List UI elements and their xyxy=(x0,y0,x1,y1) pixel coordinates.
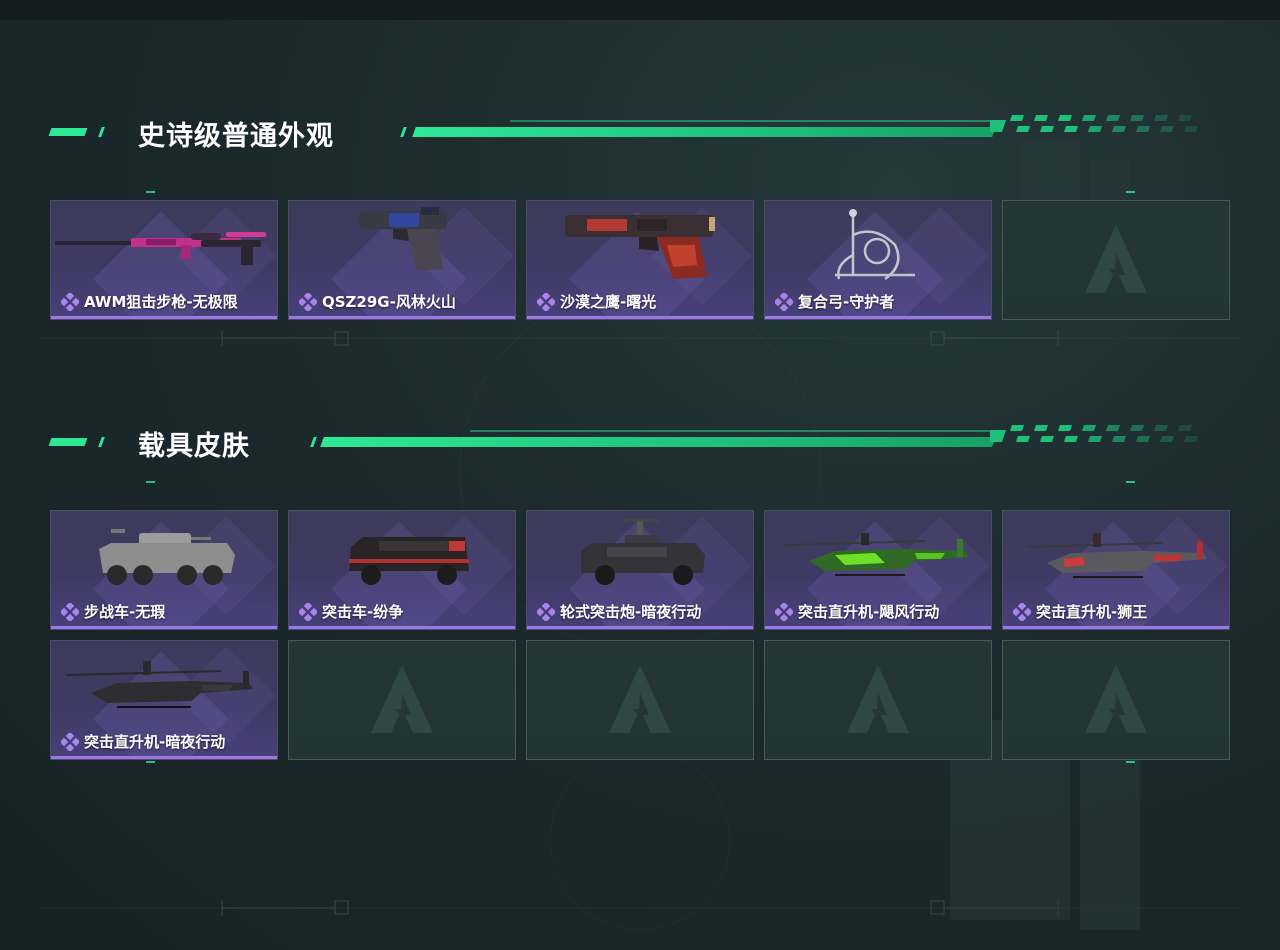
skin-card[interactable]: 突击直升机-狮王 xyxy=(1002,510,1230,630)
rarity-gem-icon xyxy=(299,602,317,621)
empty-slot xyxy=(288,640,516,760)
rarity-bar xyxy=(51,316,277,319)
card-label-row: 复合弓-守护者 xyxy=(775,291,894,312)
card-label: 步战车-无瑕 xyxy=(84,603,166,621)
card-label: 突击直升机-狮王 xyxy=(1036,603,1148,621)
card-label: 轮式突击炮-暗夜行动 xyxy=(560,603,702,621)
rarity-bar xyxy=(527,626,753,629)
placeholder-logo-icon xyxy=(1085,225,1147,293)
corner-tick xyxy=(146,191,155,193)
checker-pattern xyxy=(990,115,1198,132)
rarity-bar xyxy=(765,626,991,629)
rarity-gem-icon xyxy=(537,292,555,311)
desert-eagle-icon xyxy=(565,215,715,279)
corner-tick xyxy=(1126,191,1135,193)
rarity-gem-icon xyxy=(775,602,793,621)
placeholder-logo-icon xyxy=(1085,665,1147,733)
rarity-bar xyxy=(51,756,277,759)
corner-tick xyxy=(146,481,155,483)
empty-slot xyxy=(1002,640,1230,760)
card-label: 突击车-纷争 xyxy=(322,603,404,621)
assault-truck-icon xyxy=(349,537,469,585)
header-accent-bar xyxy=(320,437,996,447)
pistol-icon xyxy=(359,207,447,271)
rarity-gem-icon xyxy=(537,602,555,621)
sniper-rifle-icon xyxy=(55,232,266,265)
header-thin-line xyxy=(470,430,990,432)
card-label-row: 突击车-纷争 xyxy=(299,601,403,622)
corner-tick xyxy=(1126,481,1135,483)
section-title: 载具皮肤 xyxy=(138,431,250,462)
skin-card[interactable]: 步战车-无瑕 xyxy=(50,510,278,630)
header-accent-chip xyxy=(48,438,88,446)
attack-helicopter-red-icon xyxy=(1026,533,1207,578)
card-label-row: 沙漠之鹰-曙光 xyxy=(537,291,656,312)
rarity-bar xyxy=(765,316,991,319)
empty-slot xyxy=(526,640,754,760)
header-accent-bar xyxy=(412,127,996,137)
section-header-vehicles: 载具皮肤 xyxy=(48,425,1210,462)
placeholder-logo-icon xyxy=(847,665,909,733)
rarity-gem-icon xyxy=(61,292,79,311)
rarity-bar xyxy=(527,316,753,319)
header-accent-chip xyxy=(48,128,88,136)
card-label-row: 轮式突击炮-暗夜行动 xyxy=(537,601,701,622)
corner-tick xyxy=(1126,761,1135,763)
header-accent-chip xyxy=(98,127,105,137)
skin-card[interactable]: AWM狙击步枪-无极限 xyxy=(50,200,278,320)
card-label: 突击直升机-飓风行动 xyxy=(798,603,940,621)
card-label: 突击直升机-暗夜行动 xyxy=(84,733,226,751)
card-label-row: 突击直升机-飓风行动 xyxy=(775,601,939,622)
card-label-row: 突击直升机-狮王 xyxy=(1013,601,1147,622)
corner-tick xyxy=(146,761,155,763)
skin-card[interactable]: QSZ29G-风林火山 xyxy=(288,200,516,320)
skin-card[interactable]: 突击直升机-暗夜行动 xyxy=(50,640,278,760)
rarity-bar xyxy=(51,626,277,629)
compound-bow-icon xyxy=(835,209,915,281)
card-label-row: 步战车-无瑕 xyxy=(61,601,165,622)
card-label: AWM狙击步枪-无极限 xyxy=(84,293,238,311)
wheeled-assault-gun-icon xyxy=(581,519,705,585)
header-accent-chip xyxy=(400,127,407,137)
empty-slot xyxy=(1002,200,1230,320)
card-label: QSZ29G-风林火山 xyxy=(322,293,456,311)
card-label: 沙漠之鹰-曙光 xyxy=(560,293,657,311)
empty-slot xyxy=(764,640,992,760)
skin-card[interactable]: 复合弓-守护者 xyxy=(764,200,992,320)
skin-card[interactable]: 突击车-纷争 xyxy=(288,510,516,630)
rarity-gem-icon xyxy=(61,602,79,621)
rarity-bar xyxy=(289,316,515,319)
rarity-gem-icon xyxy=(61,732,79,751)
attack-helicopter-dark-icon xyxy=(66,661,253,708)
rarity-gem-icon xyxy=(299,292,317,311)
rarity-bar xyxy=(289,626,515,629)
placeholder-logo-icon xyxy=(371,665,433,733)
card-label-row: 突击直升机-暗夜行动 xyxy=(61,731,225,752)
checker-pattern xyxy=(990,425,1198,442)
header-thin-line xyxy=(510,120,990,122)
card-label: 复合弓-守护者 xyxy=(798,293,895,311)
rarity-gem-icon xyxy=(775,292,793,311)
rarity-bar xyxy=(1003,626,1229,629)
skin-card[interactable]: 沙漠之鹰-曙光 xyxy=(526,200,754,320)
skin-card[interactable]: 轮式突击炮-暗夜行动 xyxy=(526,510,754,630)
card-label-row: QSZ29G-风林火山 xyxy=(299,291,456,312)
section-title: 史诗级普通外观 xyxy=(138,121,334,152)
header-accent-chip xyxy=(310,437,317,447)
attack-helicopter-green-icon xyxy=(784,533,969,576)
card-label-row: AWM狙击步枪-无极限 xyxy=(61,291,238,312)
rarity-gem-icon xyxy=(1013,602,1031,621)
top-bar xyxy=(0,0,1280,20)
ifv-vehicle-icon xyxy=(99,529,235,585)
placeholder-logo-icon xyxy=(609,665,671,733)
section-header-epic: 史诗级普通外观 xyxy=(48,115,1210,152)
skin-card[interactable]: 突击直升机-飓风行动 xyxy=(764,510,992,630)
header-accent-chip xyxy=(98,437,105,447)
